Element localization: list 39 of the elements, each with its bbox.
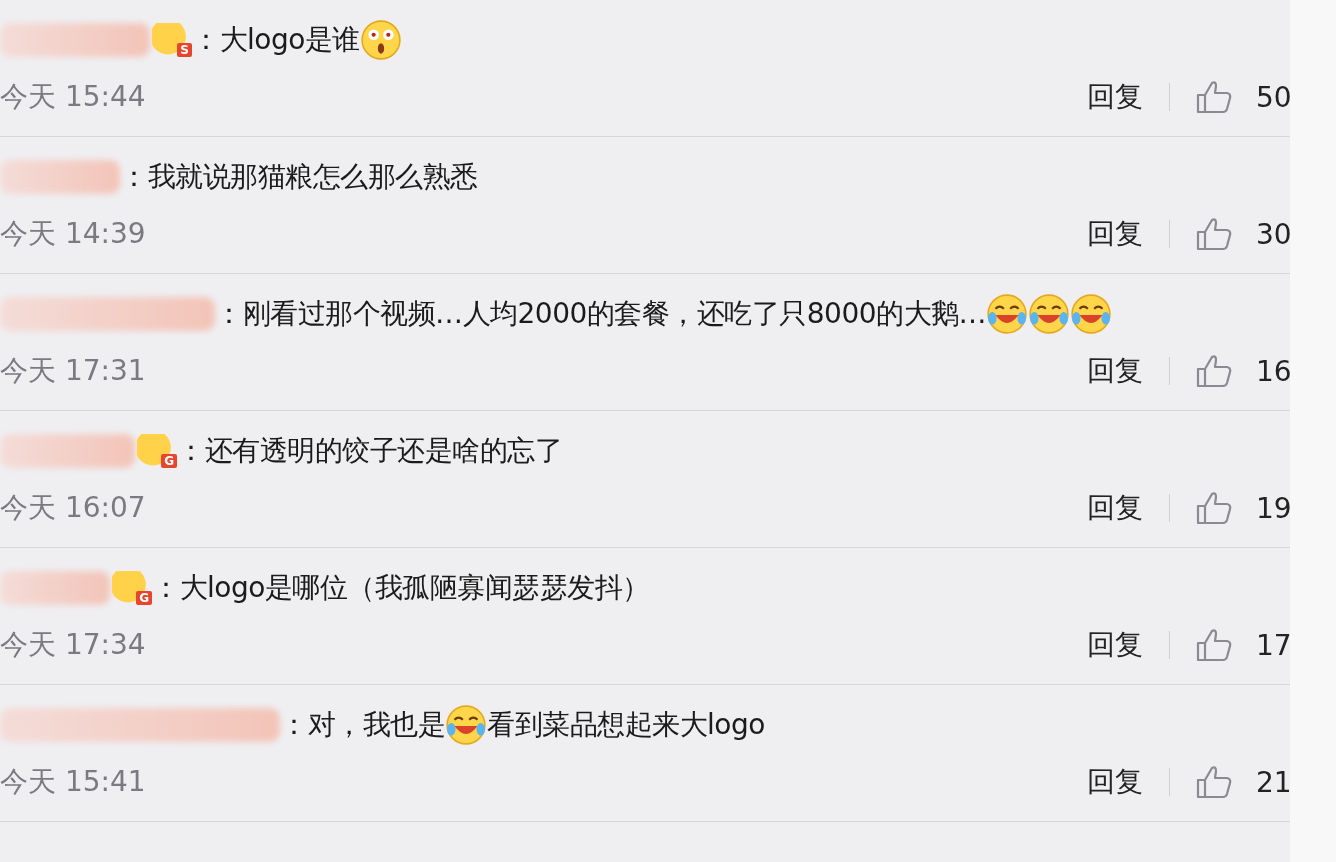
like-count: 17 — [1256, 628, 1290, 662]
thumbs-up-icon[interactable] — [1196, 628, 1232, 662]
comment-time: 今天 14:39 — [0, 216, 147, 252]
comment-text: ：刚看过那个视频…人均2000的套餐，还吃了只8000的大鹅… — [215, 296, 986, 332]
reply-link[interactable]: 回复 — [1087, 489, 1143, 527]
comment-time: 今天 17:34 — [0, 627, 147, 663]
like-count: 19 — [1256, 491, 1290, 525]
comment-text: ：大logo是哪位（我孤陋寡闻瑟瑟发抖） — [152, 570, 650, 606]
crown-badge: S — [152, 23, 192, 57]
crown-badge: G — [137, 434, 177, 468]
thumbs-up-icon[interactable] — [1196, 765, 1232, 799]
laughing-tears-emoji-icon — [1028, 293, 1070, 335]
thumbs-up-icon[interactable] — [1196, 80, 1232, 114]
surprised-emoji-icon — [359, 19, 402, 61]
reply-link[interactable]: 回复 — [1087, 78, 1143, 116]
crown-badge: G — [112, 571, 152, 605]
reply-link[interactable]: 回复 — [1087, 763, 1143, 801]
laughing-tears-emoji-icon — [986, 293, 1028, 335]
reply-link[interactable]: 回复 — [1087, 626, 1143, 664]
comment-time: 今天 15:41 — [0, 764, 147, 800]
thumbs-up-icon[interactable] — [1196, 217, 1232, 251]
comment-text: ：对，我也是 — [280, 707, 445, 743]
comment-text: 看到菜品想起来大logo — [487, 707, 765, 743]
comment-time: 今天 15:44 — [0, 79, 147, 115]
comment-text: ：还有透明的饺子还是啥的忘了 — [177, 433, 562, 469]
comment-text: ：大logo是谁 — [192, 22, 360, 58]
comment-text: ：我就说那猫粮怎么那么熟悉 — [120, 159, 478, 195]
thumbs-up-icon[interactable] — [1196, 491, 1232, 525]
like-count: 21 — [1256, 765, 1290, 799]
comment-time: 今天 17:31 — [0, 353, 147, 389]
like-count: 30 — [1256, 217, 1290, 251]
laughing-tears-emoji-icon — [1070, 293, 1112, 335]
reply-link[interactable]: 回复 — [1087, 215, 1143, 253]
laughing-tears-emoji-icon — [445, 704, 487, 746]
like-count: 16 — [1256, 354, 1290, 388]
comment-time: 今天 16:07 — [0, 490, 147, 526]
reply-link[interactable]: 回复 — [1087, 352, 1143, 390]
thumbs-up-icon[interactable] — [1196, 354, 1232, 388]
like-count: 50 — [1256, 80, 1290, 114]
